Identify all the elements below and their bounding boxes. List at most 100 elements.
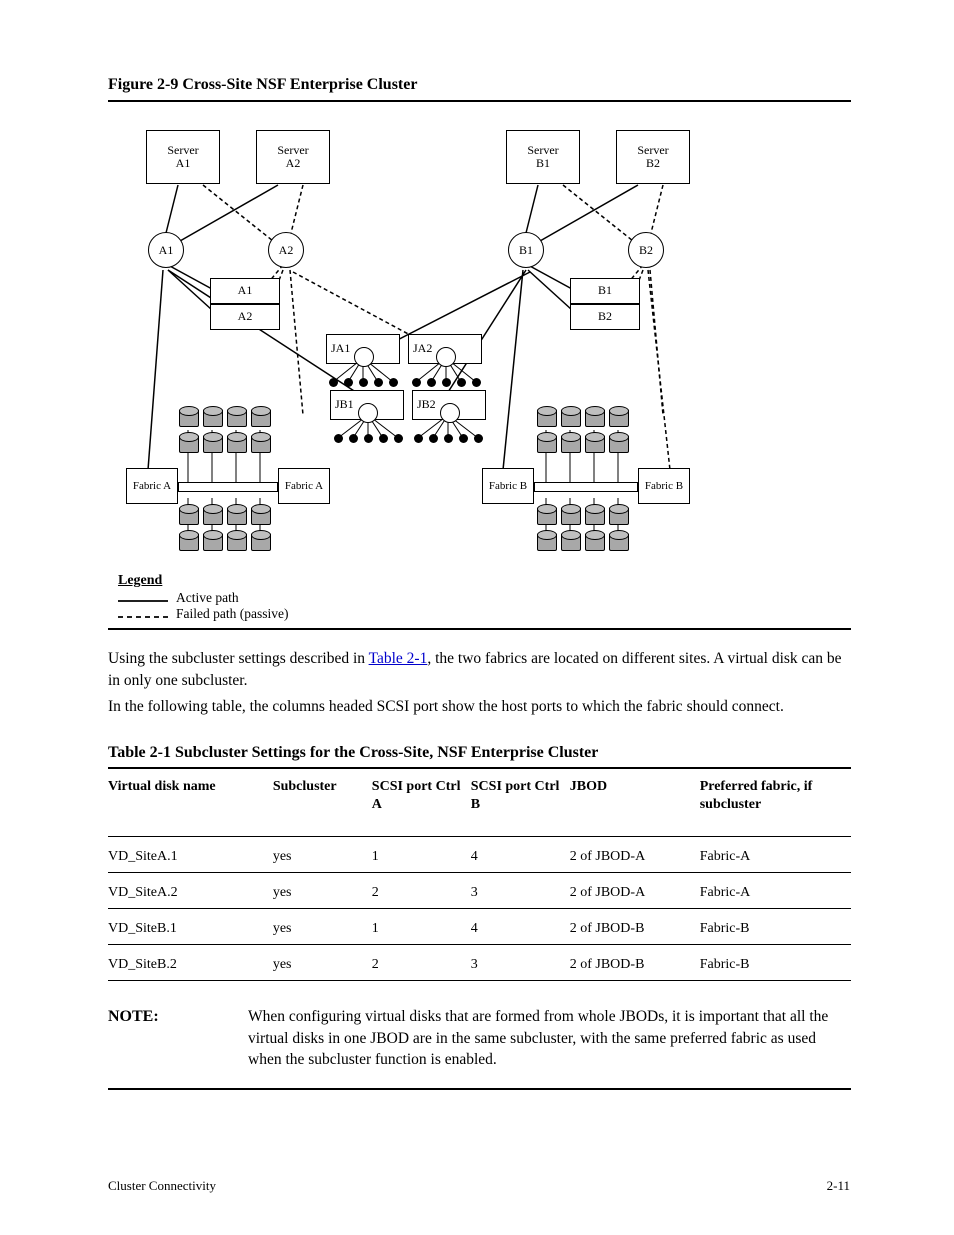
server-b1-box: Server B1 (506, 130, 580, 184)
legend-item-active: Active path (176, 590, 239, 607)
td: VD_SiteB.2 (108, 956, 267, 974)
server-a1-box: Server A1 (146, 130, 220, 184)
legend-solid-line-icon (118, 598, 168, 604)
figure-title: Figure 2-9 Cross-Site NSF Enterprise Clu… (108, 74, 417, 96)
th-subcluster: Subcluster (273, 778, 366, 814)
disk-icon (179, 406, 197, 428)
th-scsi-b: SCSI port Ctrl B (471, 778, 564, 814)
disk-icon (585, 432, 603, 454)
table-row: VD_SiteA.2 yes 2 3 2 of JBOD-A Fabric-A (108, 884, 851, 902)
hrule-row-sep (108, 944, 851, 945)
td: yes (273, 956, 366, 974)
fabric-a-label: Fabric A (133, 480, 171, 492)
fabric-b-box: Fabric B (482, 468, 534, 504)
jbod-jb1-port-icon (358, 403, 378, 423)
table-row: VD_SiteB.2 yes 2 3 2 of JBOD-B Fabric-B (108, 956, 851, 974)
th-scsi-a: SCSI port Ctrl A (372, 778, 465, 814)
disk-icon (227, 530, 245, 552)
disk-icon (179, 504, 197, 526)
ctrl-b1-label: B1 (598, 284, 612, 297)
server-a2-box: Server A2 (256, 130, 330, 184)
ctrl-b2-box: B2 (570, 304, 640, 330)
port-icon (374, 378, 383, 387)
port-icon (379, 434, 388, 443)
hrule-row-sep (108, 872, 851, 873)
disk-icon (227, 406, 245, 428)
table-title: Table 2-1 Subcluster Settings for the Cr… (108, 742, 598, 764)
port-icon (359, 378, 368, 387)
disk-icon (203, 432, 221, 454)
td: Fabric-B (700, 920, 845, 938)
disk-icon (251, 406, 269, 428)
disk-icon (179, 530, 197, 552)
td: 4 (471, 920, 564, 938)
fcswitch-a2-label: A2 (279, 242, 294, 258)
hrule-table-bottom (108, 980, 851, 981)
hrule-figure-bottom (108, 628, 851, 630)
disk-icon (203, 406, 221, 428)
td: 2 of JBOD-A (570, 884, 694, 902)
fabric-a-box-2: Fabric A (278, 468, 330, 504)
port-icon (444, 434, 453, 443)
disk-icon (609, 530, 627, 552)
disk-icon (537, 530, 555, 552)
port-icon (329, 378, 338, 387)
disk-icon (609, 432, 627, 454)
disk-icon (609, 504, 627, 526)
hrule-row-sep (108, 908, 851, 909)
server-b2-label: Server B2 (637, 144, 668, 170)
ctrl-a2-box: A2 (210, 304, 280, 330)
td: 1 (372, 848, 465, 866)
th-vdname: Virtual disk name (108, 778, 267, 814)
th-jbod: JBOD (570, 778, 694, 814)
legend-dashed-line-icon (118, 614, 168, 620)
legend-item-passive: Failed path (passive) (176, 606, 288, 623)
disk-icon (251, 432, 269, 454)
fcswitch-a1-label: A1 (159, 242, 174, 258)
legend-heading: Legend (118, 572, 162, 591)
note-text: When configuring virtual disks that are … (248, 1006, 848, 1071)
ctrl-b1-box: B1 (570, 278, 640, 304)
port-icon (334, 434, 343, 443)
port-icon (412, 378, 421, 387)
para1-pre: Using the subcluster settings described … (108, 650, 369, 667)
disk-icon (537, 504, 555, 526)
paragraph-2: In the following table, the columns head… (108, 696, 851, 718)
paragraph-1: Using the subcluster settings described … (108, 648, 851, 691)
td: 3 (471, 956, 564, 974)
td: Fabric-A (700, 848, 845, 866)
fcswitch-b2: B2 (628, 232, 664, 268)
hrule-table-top (108, 767, 851, 769)
table-row: VD_SiteA.1 yes 1 4 2 of JBOD-A Fabric-A (108, 848, 851, 866)
port-icon (344, 378, 353, 387)
fcswitch-b1: B1 (508, 232, 544, 268)
jbod-ja2-port-icon (436, 347, 456, 367)
disk-icon (179, 432, 197, 454)
port-icon (349, 434, 358, 443)
server-a1-label: Server A1 (167, 144, 198, 170)
disk-icon (251, 504, 269, 526)
fcswitch-b1-label: B1 (519, 242, 533, 258)
disk-icon (227, 504, 245, 526)
disk-icon (585, 406, 603, 428)
ctrl-b2-label: B2 (598, 310, 612, 323)
disk-icon (251, 530, 269, 552)
jbod-jb2-port-icon (440, 403, 460, 423)
hrule-figure-top (108, 100, 851, 102)
hrule-note-bottom (108, 1088, 851, 1090)
disk-icon (203, 530, 221, 552)
fcswitch-b2-label: B2 (639, 242, 653, 258)
table-row: VD_SiteB.1 yes 1 4 2 of JBOD-B Fabric-B (108, 920, 851, 938)
td: 2 of JBOD-B (570, 920, 694, 938)
server-b1-label: Server B1 (527, 144, 558, 170)
port-icon (472, 378, 481, 387)
td: yes (273, 848, 366, 866)
table-2-1-link[interactable]: Table 2-1 (369, 650, 428, 667)
diagram: Server A1 Server A2 Server B1 Server B2 … (108, 110, 748, 590)
td: 2 (372, 884, 465, 902)
disk-icon (585, 504, 603, 526)
td: yes (273, 920, 366, 938)
note-label: NOTE: (108, 1006, 159, 1028)
disk-icon (585, 530, 603, 552)
fabric-a-label-2: Fabric A (285, 480, 323, 492)
